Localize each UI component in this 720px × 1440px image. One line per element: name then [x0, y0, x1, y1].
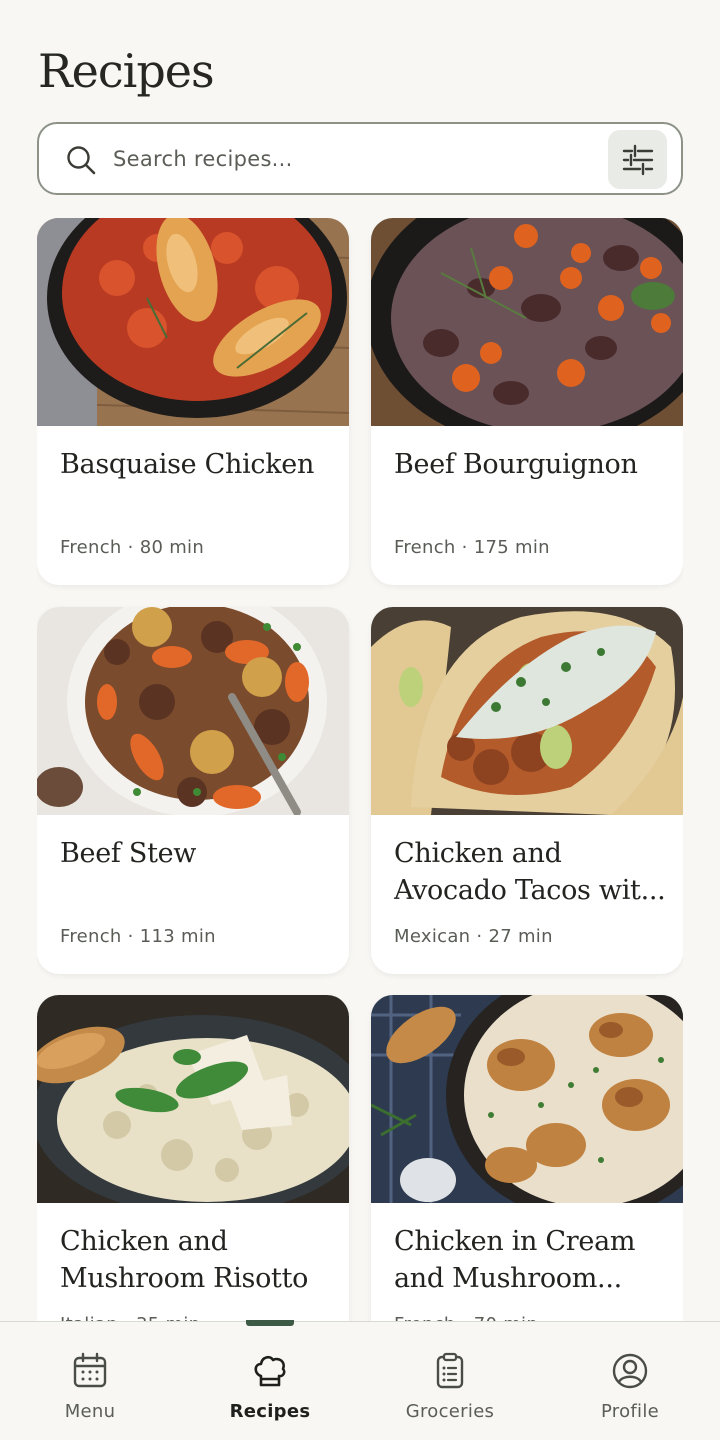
- nav-item-groceries[interactable]: Groceries: [360, 1322, 540, 1440]
- nav-item-profile[interactable]: Profile: [540, 1322, 720, 1440]
- page-title: Recipes: [38, 44, 215, 98]
- recipe-card[interactable]: Chicken and Mushroom Risotto Italian · 3…: [37, 995, 349, 1322]
- search-input[interactable]: [113, 138, 593, 180]
- calendar-icon: [73, 1352, 107, 1388]
- recipe-name: Chicken and Avocado Tacos wit...: [394, 838, 666, 906]
- user-circle-icon: [612, 1353, 648, 1389]
- nav-label: Recipes: [229, 1401, 311, 1422]
- recipe-name: Beef Stew: [60, 838, 197, 869]
- recipe-image: [37, 607, 349, 815]
- recipe-card[interactable]: Basquaise Chicken French · 80 min: [37, 218, 349, 585]
- nav-item-menu[interactable]: Menu: [0, 1322, 180, 1440]
- search-icon: [67, 146, 96, 175]
- recipe-image: [371, 995, 683, 1203]
- recipe-name: Chicken in Cream and Mushroom...: [394, 1226, 636, 1294]
- nav-label: Profile: [600, 1401, 660, 1422]
- sliders-icon: [622, 144, 653, 175]
- clipboard-list-icon: [436, 1352, 464, 1389]
- recipe-card[interactable]: Chicken and Avocado Tacos wit... Mexican…: [371, 607, 683, 974]
- recipe-card[interactable]: Chicken in Cream and Mushroom... French …: [371, 995, 683, 1322]
- chef-hat-icon: [254, 1355, 286, 1387]
- search-bar[interactable]: [37, 122, 683, 195]
- recipe-card[interactable]: Beef Bourguignon French · 175 min: [371, 218, 683, 585]
- recipe-meta: French · 80 min: [60, 537, 205, 558]
- nav-label: Groceries: [405, 1401, 495, 1422]
- recipe-image: [37, 995, 349, 1203]
- recipe-name: Basquaise Chicken: [60, 449, 315, 480]
- recipe-meta: French · 113 min: [60, 926, 216, 947]
- nav-label: Menu: [64, 1401, 116, 1422]
- bottom-nav: Menu Recipes Groceries Profile: [0, 1320, 720, 1440]
- filter-button[interactable]: [608, 130, 667, 189]
- recipe-card[interactable]: Beef Stew French · 113 min: [37, 607, 349, 974]
- recipe-name: Chicken and Mushroom Risotto: [60, 1226, 309, 1294]
- recipe-name: Beef Bourguignon: [394, 449, 638, 480]
- nav-item-recipes[interactable]: Recipes: [180, 1322, 360, 1440]
- recipe-meta: French · 175 min: [394, 537, 550, 558]
- recipe-image: [371, 607, 683, 815]
- recipe-image: [37, 218, 349, 426]
- recipe-meta: Mexican · 27 min: [394, 926, 553, 947]
- recipe-grid: Basquaise Chicken French · 80 min Beef B…: [37, 218, 683, 1322]
- recipe-image: [371, 218, 683, 426]
